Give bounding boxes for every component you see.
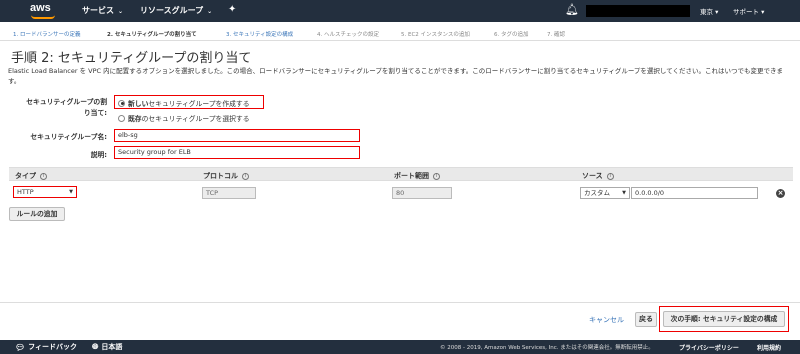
radio-new-security-group[interactable]: 新しい セキュリティグループを作成する (118, 98, 250, 108)
description-label: 説明: (90, 151, 107, 159)
radio-button[interactable] (118, 114, 125, 122)
step-assign-security-groups: 2. セキュリティグループの割り当て (107, 32, 197, 38)
assign-label-line2: り当て: (83, 109, 107, 117)
column-header-port-range: ポート範囲 i (394, 171, 440, 181)
radio-existing-security-group[interactable]: 既存 のセキュリティグループを選択する (118, 113, 250, 123)
account-menu-redacted[interactable] (586, 5, 690, 17)
feedback-label: フィードバック (28, 343, 78, 351)
feedback-link[interactable]: 💬︎ フィードバック (15, 342, 77, 352)
language-selector[interactable]: 🌐︎ 日本語 (92, 342, 122, 352)
column-header-type-label: タイプ (15, 172, 36, 180)
radio-button-checked[interactable] (118, 99, 125, 107)
copyright-text: © 2008 - 2019, Amazon Web Services, Inc.… (440, 345, 654, 351)
rule-source-select[interactable]: カスタム ▼ (580, 187, 630, 199)
info-icon[interactable]: i (606, 172, 614, 180)
wizard-steps: 1. ロードバランサーの定義 2. セキュリティグループの割り当て 3. セキュ… (0, 25, 800, 41)
description-input[interactable]: Security group for ELB (114, 146, 360, 159)
resource-groups-menu-label: リソースグループ (140, 6, 204, 15)
step-configure-health-check: 4. ヘルスチェックの設定 (317, 32, 379, 38)
aws-logo-smile (31, 15, 55, 19)
column-header-protocol-label: プロトコル (203, 172, 238, 180)
language-label: 日本語 (101, 343, 123, 351)
services-menu[interactable]: サービス ⌄ (82, 5, 123, 16)
rule-source-cidr-input[interactable]: 0.0.0.0/0 (631, 187, 758, 199)
chevron-down-icon: ▾ (715, 8, 719, 16)
security-group-name-input[interactable]: elb-sg (114, 129, 360, 142)
support-label: サポート (733, 8, 759, 16)
assign-label-line1: セキュリティグループの割 (26, 98, 107, 106)
services-menu-label: サービス (82, 6, 114, 15)
radio-existing-bold: 既存 (128, 115, 142, 123)
rule-type-select[interactable]: HTTP ▼ (13, 186, 77, 198)
step-add-tags: 6. タグの追加 (494, 32, 529, 38)
aws-logo-text: aws (30, 2, 51, 14)
cancel-link[interactable]: キャンセル (589, 315, 624, 325)
chevron-down-icon: ⌄ (207, 8, 213, 15)
previous-button[interactable]: 戻る (635, 312, 657, 327)
radio-existing-label: のセキュリティグループを選択する (141, 115, 250, 123)
chevron-down-icon: ▾ (761, 8, 765, 16)
rule-type-value: HTTP (17, 188, 34, 196)
rule-source-type-value: カスタム (584, 189, 610, 197)
bell-icon[interactable]: 🔔︎ (565, 3, 579, 16)
footer: 💬︎ フィードバック 🌐︎ 日本語 © 2008 - 2019, Amazon We… (0, 340, 800, 354)
rules-table-header: タイプ i プロトコル i ポート範囲 i ソース i (9, 167, 793, 181)
column-header-source: ソース i (582, 171, 614, 181)
step-review: 7. 確認 (547, 32, 565, 38)
security-group-name-label: セキュリティグループ名: (30, 133, 107, 141)
column-header-type: タイプ i (15, 171, 47, 181)
next-step-button[interactable]: 次の手順: セキュリティ設定の構成 (663, 311, 785, 327)
region-menu[interactable]: 東京 ▾ (700, 6, 718, 16)
rule-port-field: 80 (392, 187, 452, 199)
divider (0, 302, 800, 303)
aws-logo[interactable]: aws (28, 2, 60, 20)
info-icon[interactable]: i (40, 172, 47, 180)
radio-new-label: セキュリティグループを作成する (148, 100, 250, 108)
radio-new-bold: 新しい (128, 100, 149, 108)
support-menu[interactable]: サポート ▾ (733, 6, 764, 16)
step-add-ec2-instances: 5. EC2 インスタンスの追加 (401, 32, 470, 38)
pin-icon[interactable]: ✦ (228, 4, 236, 15)
remove-rule-icon[interactable]: × (776, 189, 785, 198)
column-header-protocol: プロトコル i (203, 171, 249, 181)
region-label: 東京 (700, 8, 713, 16)
column-header-port-label: ポート範囲 (394, 172, 429, 180)
globe-icon: 🌐︎ (92, 342, 99, 351)
add-rule-button[interactable]: ルールの追加 (9, 207, 65, 221)
terms-link[interactable]: 利用規約 (757, 343, 781, 352)
info-icon[interactable]: i (242, 172, 249, 180)
column-header-source-label: ソース (582, 172, 603, 180)
chevron-down-icon: ⌄ (118, 8, 124, 15)
step-configure-security-settings[interactable]: 3. セキュリティ設定の構成 (226, 30, 293, 38)
info-icon[interactable]: i (433, 172, 440, 180)
page-description: Elastic Load Balancer を VPC 内に配置するオプションを… (8, 67, 784, 85)
assign-security-group-label: セキュリティグループの割 り当て: (12, 97, 107, 119)
top-nav: aws サービス ⌄ リソースグループ ⌄ ✦ 🔔︎ 東京 ▾ サポート ▾ (0, 0, 800, 22)
speech-bubble-icon: 💬︎ (15, 342, 26, 352)
step-define-load-balancer[interactable]: 1. ロードバランサーの定義 (13, 30, 81, 38)
rule-protocol-field: TCP (202, 187, 256, 199)
privacy-policy-link[interactable]: プライバシーポリシー (679, 343, 739, 352)
chevron-down-icon: ▼ (69, 189, 73, 195)
chevron-down-icon: ▼ (622, 190, 626, 196)
resource-groups-menu[interactable]: リソースグループ ⌄ (140, 5, 212, 16)
page-title: 手順 2: セキュリティグループの割り当て (11, 51, 252, 66)
